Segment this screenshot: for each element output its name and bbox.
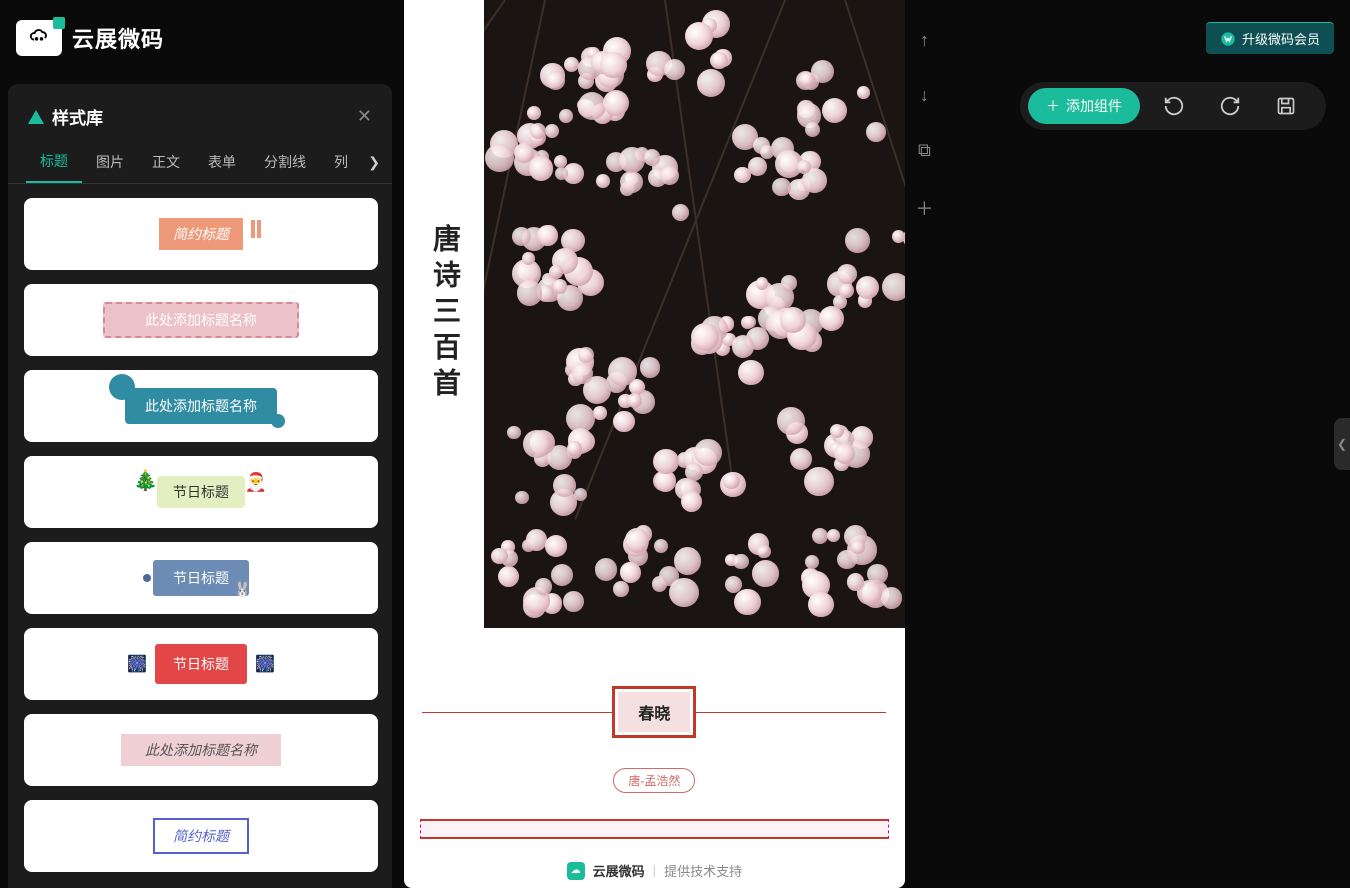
style-sample[interactable]: 节日标题 [24, 456, 378, 528]
main-toolbar: ＋ 添加组件 [1020, 82, 1326, 130]
canvas-footer: ☁ 云展微码 | 提供技术支持 [404, 861, 905, 880]
canvas-side-tools: ↑ ↓ ⧉ ＋ [905, 0, 944, 888]
style-list[interactable]: 简约标题 此处添加标题名称 此处添加标题名称 节日标题 节日标题 节日标题 此处… [8, 184, 392, 888]
style-sample[interactable]: 此处添加标题名称 [24, 284, 378, 356]
style-sample[interactable]: 简约标题 [24, 198, 378, 270]
undo-button[interactable] [1152, 86, 1196, 126]
plus-icon[interactable]: ＋ [915, 195, 933, 221]
tab-body[interactable]: 正文 [138, 142, 194, 182]
tab-divider[interactable]: 分割线 [250, 142, 320, 182]
style-library-panel: 样式库 ✕ 标题 图片 正文 表单 分割线 列 ❯ 简约标题 此处添加标题名称 … [8, 84, 392, 888]
selected-divider[interactable] [420, 819, 889, 839]
upgrade-button[interactable]: 升级微码会员 [1206, 22, 1334, 54]
page-canvas[interactable]: 唐诗三百首 春晓 唐-孟浩然 ☁ 云展微码 | 提供技术支持 [404, 0, 905, 888]
add-component-button[interactable]: ＋ 添加组件 [1028, 88, 1140, 124]
style-sample[interactable]: 简约标题 [24, 800, 378, 872]
hero-section: 唐诗三百首 [404, 0, 905, 628]
tab-title[interactable]: 标题 [26, 141, 82, 183]
author-pill[interactable]: 唐-孟浩然 [613, 768, 695, 793]
vip-badge-icon [1220, 31, 1236, 47]
redo-button[interactable] [1208, 86, 1252, 126]
copy-icon[interactable]: ⧉ [918, 140, 931, 161]
rule-right [696, 712, 886, 713]
style-tabs: 标题 图片 正文 表单 分割线 列 ❯ [8, 141, 392, 184]
brand-group: 云展微码 [16, 20, 164, 56]
poem-title-block: 春晓 唐-孟浩然 [404, 686, 905, 793]
style-sample[interactable]: 此处添加标题名称 [24, 370, 378, 442]
hero-image [484, 0, 905, 628]
panel-title: 样式库 [28, 104, 103, 129]
logo-icon [16, 20, 62, 56]
right-drawer-handle[interactable]: ❮ [1334, 418, 1350, 470]
arrow-down-icon[interactable]: ↓ [920, 85, 929, 106]
tab-image[interactable]: 图片 [82, 142, 138, 182]
style-sample[interactable]: 节日标题 [24, 542, 378, 614]
close-icon[interactable]: ✕ [357, 106, 372, 127]
poem-title-box[interactable]: 春晓 [612, 686, 696, 738]
plus-icon: ＋ [1046, 96, 1060, 116]
arrow-up-icon[interactable]: ↑ [920, 30, 929, 51]
footer-logo-icon: ☁ [567, 862, 585, 880]
tab-form[interactable]: 表单 [194, 142, 250, 182]
canvas-area: 唐诗三百首 春晓 唐-孟浩然 ☁ 云展微码 | 提供技术支持 ↑ ↓ ⧉ ＋ [404, 0, 944, 888]
rule-left [422, 712, 612, 713]
style-sample[interactable]: 节日标题 [24, 628, 378, 700]
vertical-title-column: 唐诗三百首 [404, 0, 484, 628]
brand-text: 云展微码 [72, 22, 164, 54]
style-sample[interactable]: 此处添加标题名称 [24, 714, 378, 786]
save-button[interactable] [1264, 86, 1308, 126]
chevron-right-icon[interactable]: ❯ [368, 154, 380, 171]
vertical-title: 唐诗三百首 [424, 224, 464, 404]
tab-column[interactable]: 列 [320, 142, 362, 182]
triangle-icon [28, 110, 44, 124]
